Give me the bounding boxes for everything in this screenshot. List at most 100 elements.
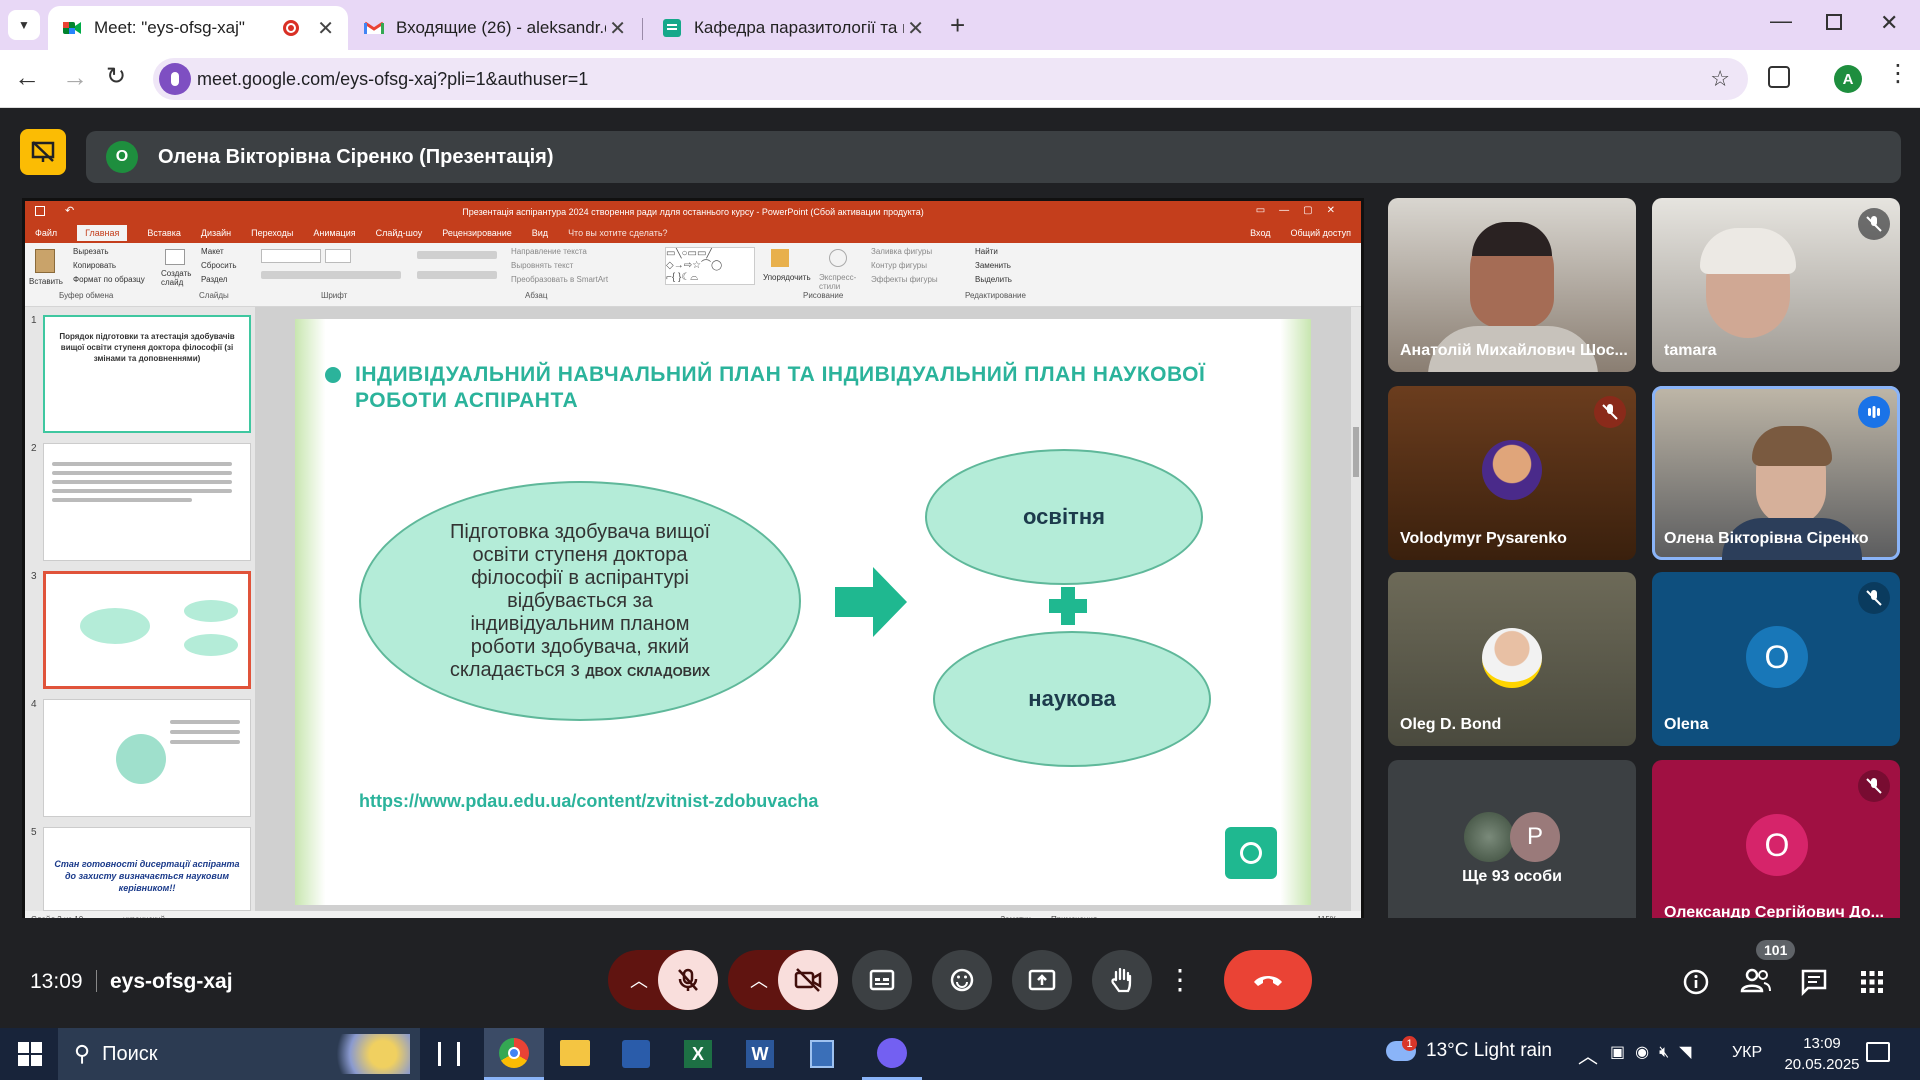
- site-info-icon[interactable]: [159, 63, 191, 95]
- close-icon[interactable]: ✕: [907, 16, 924, 41]
- layout-label[interactable]: Макет: [201, 247, 224, 256]
- taskbar-search[interactable]: ⚲ Поиск: [58, 1028, 420, 1080]
- arrange-icon[interactable]: [771, 249, 789, 267]
- more-participants-tile[interactable]: P Ще 93 особи: [1388, 760, 1636, 934]
- participant-tile-8[interactable]: O Олександр Сергійович До...: [1652, 760, 1900, 934]
- bookmark-star-icon[interactable]: ☆: [1710, 66, 1730, 92]
- extensions-icon[interactable]: [1768, 66, 1790, 88]
- new-tab-button[interactable]: +: [950, 10, 965, 41]
- forward-button[interactable]: →: [62, 62, 88, 93]
- signin[interactable]: Вход: [1250, 228, 1270, 238]
- taskbar-viber[interactable]: [862, 1028, 922, 1080]
- select-label[interactable]: Выделить: [975, 275, 1012, 284]
- close-icon[interactable]: ✕: [317, 16, 334, 41]
- menu-transitions[interactable]: Переходы: [251, 228, 293, 238]
- thumbnail-slide-4[interactable]: [43, 699, 251, 817]
- minimize-button[interactable]: —: [1770, 8, 1792, 34]
- smartart-label[interactable]: Преобразовать в SmartArt: [511, 275, 608, 284]
- taskbar-chrome[interactable]: [484, 1028, 544, 1080]
- share[interactable]: Общий доступ: [1291, 228, 1351, 238]
- taskbar-calculator[interactable]: [810, 1040, 834, 1068]
- back-button[interactable]: ←: [14, 62, 40, 93]
- tray-icons[interactable]: ▣◉🔇︎◥: [1610, 1042, 1701, 1062]
- scrollbar[interactable]: [1351, 307, 1361, 911]
- input-language[interactable]: УКР: [1732, 1044, 1762, 1062]
- chat-button[interactable]: [1800, 968, 1828, 996]
- participant-tile-5[interactable]: Oleg D. Bond: [1388, 572, 1636, 746]
- text-dir-label[interactable]: Направление текста: [511, 247, 587, 256]
- thumbnail-slide-1[interactable]: Порядок підготовки та атестація здобувач…: [43, 315, 251, 433]
- tab-meet[interactable]: Meet: "eys-ofsg-xaj" ✕: [48, 6, 348, 50]
- people-button[interactable]: [1740, 966, 1772, 994]
- menu-file[interactable]: Файл: [35, 228, 57, 238]
- tab-gmail[interactable]: Входящие (26) - aleksandr.ds86 ✕: [350, 6, 640, 50]
- menu-animation[interactable]: Анимация: [313, 228, 355, 238]
- taskbar-explorer[interactable]: [560, 1040, 590, 1066]
- menu-design[interactable]: Дизайн: [201, 228, 231, 238]
- tray-chevron-up-icon[interactable]: ︿: [1578, 1040, 1598, 1069]
- browser-menu-icon[interactable]: ⋮: [1886, 62, 1910, 86]
- menu-review[interactable]: Рецензирование: [442, 228, 512, 238]
- thumbnail-slide-3[interactable]: [43, 571, 251, 689]
- raise-hand-button[interactable]: [1092, 950, 1152, 1010]
- address-bar[interactable]: meet.google.com/eys-ofsg-xaj?pli=1&authu…: [153, 58, 1748, 100]
- cut-label[interactable]: Вырезать: [73, 247, 109, 256]
- mic-toggle-button[interactable]: [658, 950, 718, 1010]
- participant-tile-2[interactable]: tamara: [1652, 198, 1900, 372]
- menu-view[interactable]: Вид: [532, 228, 548, 238]
- thumbnail-slide-2[interactable]: [43, 443, 251, 561]
- presentation-icon[interactable]: [20, 129, 66, 175]
- format-label[interactable]: Формат по образцу: [73, 275, 145, 284]
- participant-tile-4[interactable]: Олена Вікторівна Сіренко: [1652, 386, 1900, 560]
- notifications-icon[interactable]: [1866, 1042, 1890, 1062]
- section-label[interactable]: Раздел: [201, 275, 227, 284]
- menu-home[interactable]: Главная: [77, 225, 128, 241]
- present-button[interactable]: [1012, 950, 1072, 1010]
- taskbar-app-save[interactable]: [622, 1040, 650, 1068]
- taskbar-word[interactable]: W: [746, 1040, 774, 1068]
- replace-label[interactable]: Заменить: [975, 261, 1011, 270]
- shapes-gallery[interactable]: ▭╲○▭▭╱ ◇→⇨☆⌒◯ ⌐{ }☾⌓: [665, 247, 755, 285]
- leave-call-button[interactable]: [1224, 950, 1312, 1010]
- weather-widget[interactable]: 1 13°C Light rain: [1386, 1036, 1552, 1062]
- group-drawing: Рисование: [803, 291, 844, 300]
- express-icon[interactable]: [829, 249, 847, 267]
- paste-icon[interactable]: [35, 249, 55, 273]
- align-text-label[interactable]: Выровнять текст: [511, 261, 573, 270]
- more-options-button[interactable]: ⋮: [1164, 950, 1196, 1010]
- reset-label[interactable]: Сбросить: [201, 261, 237, 270]
- participant-tile-1[interactable]: Анатолій Михайлович Шос...: [1388, 198, 1636, 372]
- font-name-box[interactable]: [261, 249, 321, 263]
- tab-department[interactable]: Кафедра паразитології та вете ✕: [648, 6, 938, 50]
- participant-tile-3[interactable]: Volodymyr Pysarenko: [1388, 386, 1636, 560]
- taskbar-clock[interactable]: 13:09 20.05.2025: [1782, 1033, 1862, 1075]
- new-slide-icon[interactable]: [165, 249, 185, 265]
- effects-label[interactable]: Эффекты фигуры: [871, 275, 938, 284]
- menu-slideshow[interactable]: Слайд-шоу: [376, 228, 423, 238]
- captions-button[interactable]: [852, 950, 912, 1010]
- reload-button[interactable]: ↻: [106, 62, 126, 91]
- reactions-button[interactable]: [932, 950, 992, 1010]
- task-view-icon[interactable]: [438, 1042, 460, 1066]
- menu-insert[interactable]: Вставка: [147, 228, 180, 238]
- outline-label[interactable]: Контур фигуры: [871, 261, 927, 270]
- participant-tile-6[interactable]: O Olena: [1652, 572, 1900, 746]
- camera-toggle-button[interactable]: [778, 950, 838, 1010]
- start-button[interactable]: [18, 1042, 42, 1066]
- profile-avatar[interactable]: A: [1834, 65, 1862, 93]
- tab-search-dropdown[interactable]: ▼: [8, 10, 40, 40]
- activities-button[interactable]: [1860, 970, 1884, 994]
- restore-button[interactable]: [1826, 14, 1842, 30]
- close-icon[interactable]: ✕: [609, 16, 626, 41]
- font-size-box[interactable]: [325, 249, 351, 263]
- find-label[interactable]: Найти: [975, 247, 998, 256]
- meeting-details-button[interactable]: [1682, 968, 1710, 996]
- thumbnail-slide-5[interactable]: Стан готовності дисертації аспіранта до …: [43, 827, 251, 911]
- fill-label[interactable]: Заливка фигуры: [871, 247, 932, 256]
- copy-label[interactable]: Копировать: [73, 261, 116, 270]
- taskbar-excel[interactable]: X: [684, 1040, 712, 1068]
- slide-link[interactable]: https://www.pdau.edu.ua/content/zvitnist…: [359, 791, 818, 812]
- menu-tell-me[interactable]: Что вы хотите сделать?: [568, 228, 668, 238]
- scrollbar-thumb[interactable]: [1353, 427, 1359, 477]
- window-close-button[interactable]: ✕: [1880, 10, 1898, 36]
